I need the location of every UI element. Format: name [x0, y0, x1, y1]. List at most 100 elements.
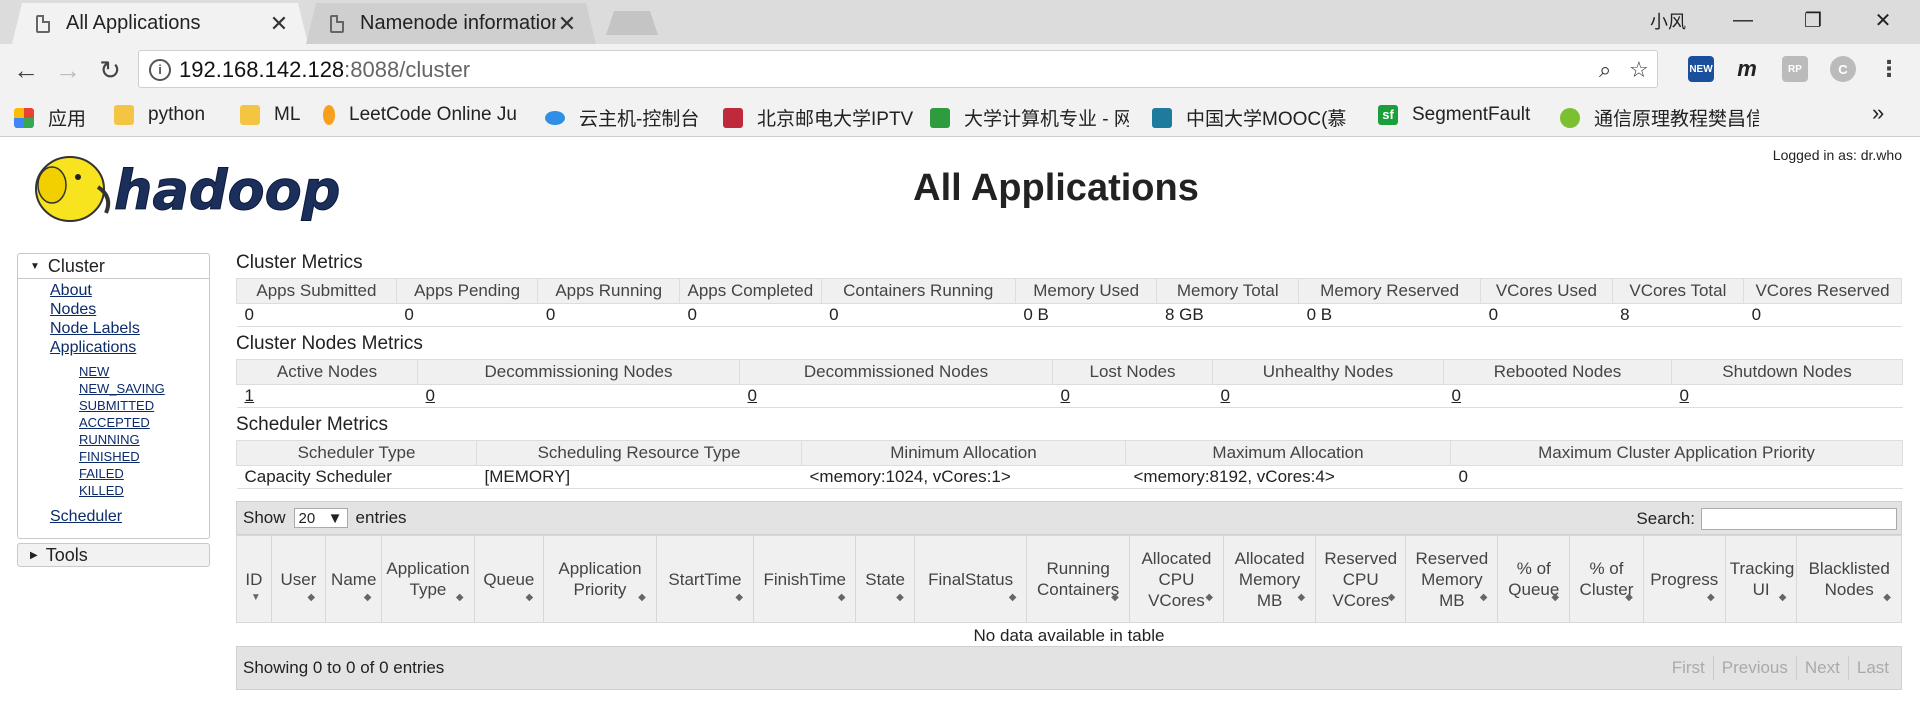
- bookmark-python[interactable]: python: [114, 104, 205, 126]
- link-decommissioned-nodes[interactable]: 0: [739, 384, 1053, 408]
- extension-new-icon[interactable]: NEW: [1688, 56, 1714, 82]
- column-queue[interactable]: Queue ◆: [473, 535, 545, 623]
- value-max-app-priority: 0: [1450, 465, 1903, 489]
- column-reserved-memory-mb[interactable]: Reserved Memory MB ◆: [1405, 535, 1499, 623]
- bookmark-university-cs[interactable]: 大学计算机专业 - 网: [930, 104, 1129, 131]
- table-info: Showing 0 to 0 of 0 entries: [243, 658, 445, 677]
- link-decommissioning-nodes[interactable]: 0: [417, 384, 740, 408]
- cluster-nav-header[interactable]: ▼ Cluster: [18, 254, 209, 279]
- nav-about[interactable]: About: [50, 282, 92, 300]
- nav-state-failed[interactable]: FAILED: [79, 466, 124, 481]
- value-memory-total: 8 GB: [1156, 303, 1299, 327]
- header-minimum-allocation: Minimum Allocation: [801, 440, 1126, 466]
- extension-m-icon[interactable]: m: [1734, 56, 1760, 82]
- column-allocated-memory-mb[interactable]: Allocated Memory MB ◆: [1223, 535, 1317, 623]
- column-running-containers[interactable]: Running Containers ◆: [1026, 535, 1130, 623]
- bookmarks-overflow-icon[interactable]: »: [1872, 100, 1884, 126]
- column-final-status[interactable]: FinalStatus ◆: [913, 535, 1028, 623]
- browser-toolbar: ← → ↻ i 192.168.142.128:8088/cluster ⌕ ☆…: [0, 44, 1920, 96]
- entries-label: entries: [355, 508, 407, 527]
- link-rebooted-nodes[interactable]: 0: [1443, 384, 1672, 408]
- sort-icon: ◆: [638, 592, 646, 603]
- tab-title: Namenode information: [360, 12, 556, 34]
- bookmark-segmentfault[interactable]: sf SegmentFault: [1378, 104, 1530, 126]
- site-info-icon[interactable]: i: [149, 59, 171, 81]
- tab-close-icon[interactable]: ✕: [556, 11, 578, 37]
- link-shutdown-nodes[interactable]: 0: [1671, 384, 1903, 408]
- bookmark-star-icon[interactable]: ☆: [1629, 57, 1649, 83]
- column-user[interactable]: User ◆: [270, 535, 327, 623]
- extension-rp-icon[interactable]: RP: [1782, 56, 1808, 82]
- column-start-time[interactable]: StartTime ◆: [655, 535, 755, 623]
- extension-c-icon[interactable]: C: [1830, 56, 1856, 82]
- column-tracking-ui[interactable]: Tracking UI ◆: [1724, 535, 1798, 623]
- bookmark-apps[interactable]: 应用: [14, 104, 86, 131]
- link-lost-nodes[interactable]: 0: [1052, 384, 1213, 408]
- folder-icon: [240, 105, 260, 125]
- link-active-nodes[interactable]: 1: [236, 384, 418, 408]
- header-shutdown-nodes: Shutdown Nodes: [1671, 359, 1903, 385]
- profile-name[interactable]: 小风: [1650, 8, 1686, 34]
- bookmark-communication-principles[interactable]: 通信原理教程樊昌信: [1560, 104, 1759, 131]
- bookmark-cloud-console[interactable]: 云主机-控制台: [545, 104, 699, 131]
- value-vcores-total: 8: [1612, 303, 1744, 327]
- column-progress[interactable]: Progress ◆: [1642, 535, 1726, 623]
- column-finish-time[interactable]: FinishTime ◆: [753, 535, 857, 623]
- previous-page-button[interactable]: Previous: [1712, 656, 1796, 680]
- tools-nav-header[interactable]: ▶ Tools: [17, 543, 210, 567]
- next-page-button[interactable]: Next: [1795, 656, 1848, 680]
- zoom-icon[interactable]: ⌕: [1599, 57, 1611, 83]
- nav-node-labels[interactable]: Node Labels: [50, 320, 140, 338]
- nav-state-submitted[interactable]: SUBMITTED: [79, 398, 154, 413]
- nav-state-new[interactable]: NEW: [79, 364, 109, 379]
- maximize-button[interactable]: ❐: [1782, 0, 1844, 40]
- minimize-button[interactable]: —: [1712, 0, 1774, 40]
- column-percent-of-queue[interactable]: % of Queue ◆: [1497, 535, 1571, 623]
- bookmark-bupt-iptv[interactable]: 北京邮电大学IPTV: [723, 104, 913, 131]
- column-application-type[interactable]: Application Type ◆: [381, 535, 475, 623]
- nav-state-running[interactable]: RUNNING: [79, 432, 140, 447]
- column-state[interactable]: State ◆: [855, 535, 915, 623]
- nav-scheduler[interactable]: Scheduler: [50, 508, 122, 526]
- browser-menu-icon[interactable]: ⋮: [1876, 56, 1902, 82]
- page-length-select[interactable]: 20 ▼: [293, 508, 348, 528]
- bookmark-ml[interactable]: ML: [240, 104, 300, 126]
- search-input[interactable]: [1701, 508, 1897, 530]
- nav-state-new-saving[interactable]: NEW_SAVING: [79, 381, 165, 396]
- new-tab-button[interactable]: [606, 11, 658, 35]
- first-page-button[interactable]: First: [1664, 656, 1713, 680]
- column-id[interactable]: ID ▼: [236, 535, 272, 623]
- back-arrow-icon[interactable]: ←: [8, 52, 44, 88]
- tab-namenode-information[interactable]: Namenode information ✕: [306, 3, 596, 44]
- sort-icon: ◆: [1111, 592, 1119, 603]
- chevron-down-icon: ▼: [327, 509, 343, 527]
- column-application-priority[interactable]: Application Priority ◆: [543, 535, 657, 623]
- nav-state-accepted[interactable]: ACCEPTED: [79, 415, 150, 430]
- column-allocated-cpu-vcores[interactable]: Allocated CPU VCores ◆: [1128, 535, 1225, 623]
- reload-icon[interactable]: ↻: [92, 52, 128, 88]
- tab-close-icon[interactable]: ✕: [268, 11, 290, 37]
- nav-state-killed[interactable]: KILLED: [79, 483, 124, 498]
- cluster-metrics-title: Cluster Metrics: [236, 252, 363, 273]
- address-bar[interactable]: i 192.168.142.128:8088/cluster ⌕ ☆: [138, 50, 1658, 88]
- nav-applications[interactable]: Applications: [50, 339, 136, 357]
- sort-icon: ◆: [1008, 592, 1017, 603]
- column-name[interactable]: Name ◆: [325, 535, 383, 623]
- header-apps-completed: Apps Completed: [679, 278, 822, 304]
- close-window-button[interactable]: ✕: [1852, 0, 1914, 40]
- scheduler-metrics-title: Scheduler Metrics: [236, 414, 389, 435]
- last-page-button[interactable]: Last: [1847, 656, 1897, 680]
- nav-nodes[interactable]: Nodes: [50, 301, 96, 319]
- forward-arrow-icon[interactable]: →: [50, 52, 86, 88]
- tab-all-applications[interactable]: All Applications ✕: [12, 3, 308, 44]
- column-blacklisted-nodes[interactable]: Blacklisted Nodes ◆: [1796, 535, 1902, 623]
- link-unhealthy-nodes[interactable]: 0: [1212, 384, 1444, 408]
- column-percent-of-cluster[interactable]: % of Cluster ◆: [1569, 535, 1644, 623]
- column-reserved-cpu-vcores[interactable]: Reserved CPU VCores ◆: [1315, 535, 1407, 623]
- sort-icon: ◆: [837, 592, 846, 603]
- cloud-icon: [545, 110, 565, 125]
- nav-state-finished[interactable]: FINISHED: [79, 449, 140, 464]
- bookmark-mooc[interactable]: 中国大学MOOC(慕: [1152, 104, 1346, 131]
- sort-desc-icon: ▼: [250, 592, 261, 603]
- bookmark-leetcode[interactable]: LeetCode Online Ju: [323, 104, 539, 126]
